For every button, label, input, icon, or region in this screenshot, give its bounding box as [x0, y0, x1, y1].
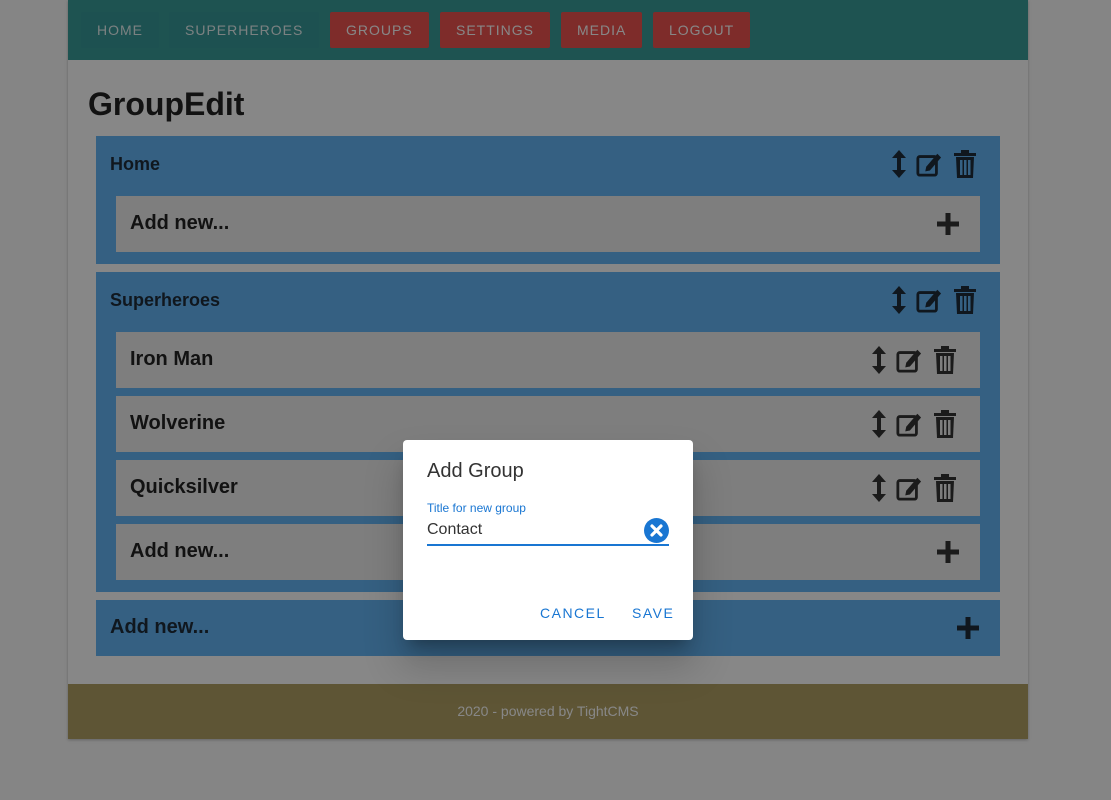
- save-button[interactable]: SAVE: [632, 605, 674, 621]
- field-label: Title for new group: [427, 501, 526, 515]
- group-title-input[interactable]: [427, 518, 641, 542]
- field-underline: [427, 544, 669, 546]
- cancel-button[interactable]: CANCEL: [540, 605, 606, 621]
- modal-backdrop[interactable]: [0, 0, 1111, 800]
- add-group-dialog: Add Group Title for new group CANCEL SAV…: [403, 440, 693, 640]
- dialog-title: Add Group: [427, 460, 524, 482]
- close-circle-icon[interactable]: [644, 518, 669, 543]
